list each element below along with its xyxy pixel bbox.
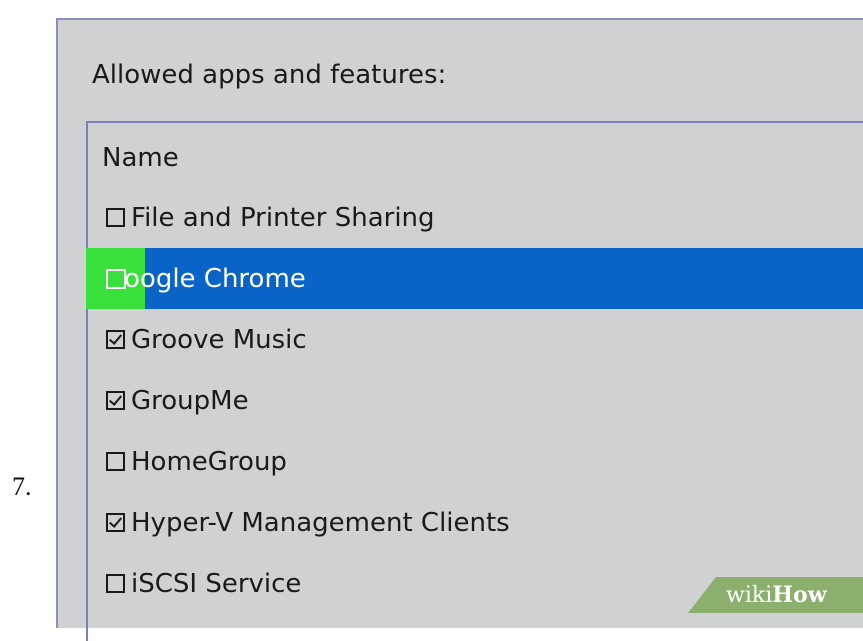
watermark-wiki: wiki — [726, 582, 773, 608]
homegroup-checkbox[interactable] — [106, 452, 125, 471]
list-item-groove-music[interactable]: Groove Music — [88, 309, 863, 370]
groupme-checkbox[interactable] — [106, 391, 125, 410]
wikihow-watermark: wiki How — [688, 577, 863, 613]
allowed-apps-list[interactable]: Name File and Printer Sharing oogle Chro… — [86, 121, 863, 641]
list-item-google-chrome[interactable]: oogle Chrome — [86, 248, 863, 309]
list-item-hyper-v[interactable]: Hyper-V Management Clients — [88, 492, 863, 553]
homegroup-label: HomeGroup — [131, 446, 287, 477]
file-printer-sharing-label: File and Printer Sharing — [131, 202, 435, 233]
firewall-panel: Allowed apps and features: Name File and… — [56, 18, 863, 641]
list-item-homegroup[interactable]: HomeGroup — [88, 431, 863, 492]
watermark-how: How — [772, 582, 827, 608]
name-column-header[interactable]: Name — [102, 143, 179, 173]
hyper-v-label: Hyper-V Management Clients — [131, 507, 510, 538]
list-item-file-printer-sharing[interactable]: File and Printer Sharing — [88, 187, 863, 248]
groove-music-label: Groove Music — [131, 324, 307, 355]
google-chrome-checkbox[interactable] — [105, 268, 126, 289]
google-chrome-label: oogle Chrome — [124, 263, 306, 294]
groupme-label: GroupMe — [131, 385, 249, 416]
allowed-apps-title: Allowed apps and features: — [92, 60, 447, 90]
list-item-groupme[interactable]: GroupMe — [88, 370, 863, 431]
iscsi-checkbox[interactable] — [106, 574, 125, 593]
iscsi-label: iSCSI Service — [131, 568, 302, 599]
file-printer-sharing-checkbox[interactable] — [106, 208, 125, 227]
step-number: 7. — [12, 472, 32, 501]
groove-music-checkbox[interactable] — [106, 330, 125, 349]
hyper-v-checkbox[interactable] — [106, 513, 125, 532]
